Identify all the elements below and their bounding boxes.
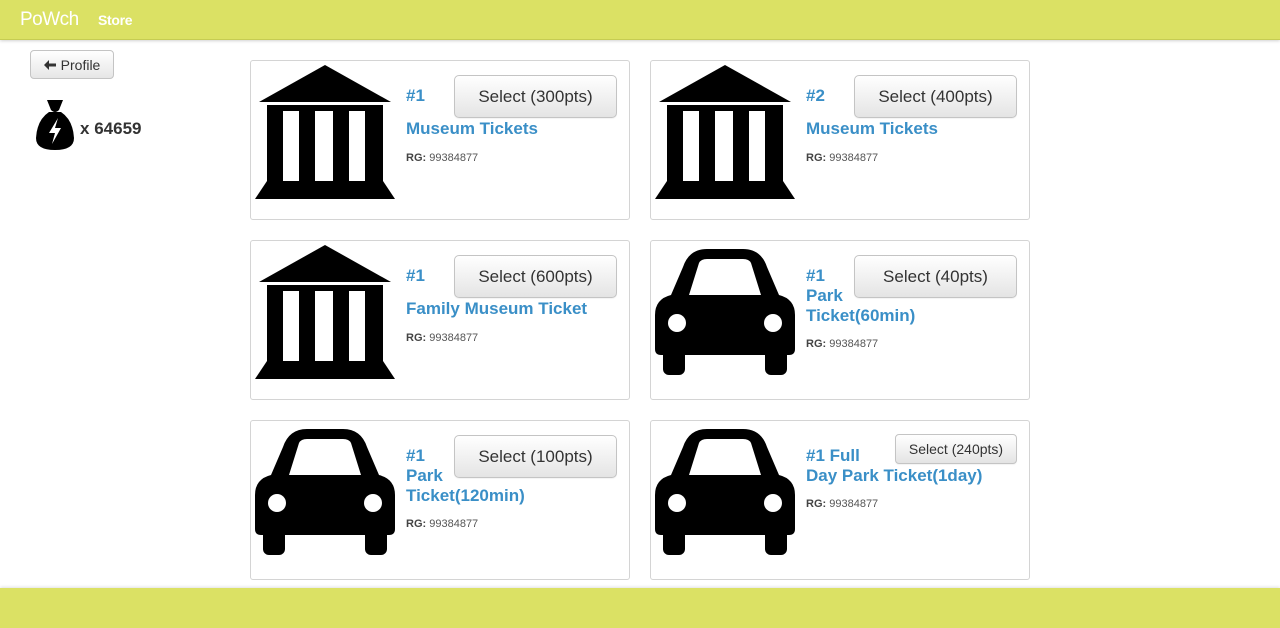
profile-button-label: Profile bbox=[60, 56, 101, 73]
rg-value: 99384877 bbox=[829, 498, 879, 510]
rg-label: RG: bbox=[806, 498, 827, 510]
card-rank: #1 Full bbox=[806, 446, 860, 465]
points-balance: x 64659 bbox=[35, 98, 141, 152]
brand-logo[interactable]: PoWch bbox=[20, 9, 79, 31]
select-button[interactable]: Select (100pts) bbox=[454, 435, 617, 478]
card-rank: #1 bbox=[806, 266, 825, 285]
rg-label: RG: bbox=[806, 152, 827, 164]
points-value: 64659 bbox=[94, 119, 142, 138]
select-button[interactable]: Select (300pts) bbox=[454, 75, 617, 118]
rg-value: 99384877 bbox=[429, 152, 479, 164]
museum-icon bbox=[655, 65, 795, 199]
rg-value: 99384877 bbox=[829, 152, 879, 164]
museum-icon bbox=[255, 245, 395, 379]
money-bag-icon bbox=[36, 100, 74, 150]
card-rank: #1 bbox=[406, 266, 425, 285]
select-button[interactable]: Select (400pts) bbox=[854, 75, 1017, 118]
rg-label: RG: bbox=[406, 332, 427, 344]
car-icon bbox=[655, 245, 795, 379]
reward-card: #1 Park Ticket(60min) RG: 99384877 Selec… bbox=[650, 240, 1030, 400]
reward-card: #1 Family Museum Ticket RG: 99384877 Sel… bbox=[250, 240, 630, 400]
reward-card: #1 Museum Tickets RG: 99384877 Select (3… bbox=[250, 60, 630, 220]
nav-store-link[interactable]: Store bbox=[98, 12, 133, 28]
card-rg: RG: 99384877 bbox=[806, 498, 878, 510]
museum-icon bbox=[255, 65, 395, 199]
rg-value: 99384877 bbox=[829, 338, 879, 350]
card-title-line2: Ticket(120min) bbox=[406, 486, 525, 505]
car-icon bbox=[255, 425, 395, 559]
card-title-link[interactable]: Day Park Ticket(1day) bbox=[806, 466, 982, 486]
card-title-link[interactable]: Museum Tickets bbox=[806, 119, 938, 139]
points-count: x 64659 bbox=[80, 119, 141, 139]
profile-button[interactable]: Profile bbox=[30, 50, 114, 79]
footer-bar bbox=[0, 588, 1280, 628]
card-rg: RG: 99384877 bbox=[406, 518, 478, 530]
arrow-left-icon bbox=[43, 59, 56, 70]
reward-card: #1 Park Ticket(120min) RG: 99384877 Sele… bbox=[250, 420, 630, 580]
card-rg: RG: 99384877 bbox=[406, 152, 478, 164]
reward-card: #2 Museum Tickets RG: 99384877 Select (4… bbox=[650, 60, 1030, 220]
card-title-line2: Ticket(60min) bbox=[806, 306, 916, 325]
car-icon bbox=[655, 425, 795, 559]
select-button[interactable]: Select (600pts) bbox=[454, 255, 617, 298]
card-rg: RG: 99384877 bbox=[806, 152, 878, 164]
rg-value: 99384877 bbox=[429, 332, 479, 344]
card-title-link[interactable]: Family Museum Ticket bbox=[406, 299, 587, 319]
points-prefix: x bbox=[80, 119, 90, 138]
select-button[interactable]: Select (240pts) bbox=[895, 434, 1017, 464]
card-rg: RG: 99384877 bbox=[806, 338, 878, 350]
card-rank: #1 bbox=[406, 446, 425, 465]
rg-label: RG: bbox=[806, 338, 827, 350]
card-rank: #1 bbox=[406, 86, 425, 105]
card-rank: #2 bbox=[806, 86, 825, 105]
select-button[interactable]: Select (40pts) bbox=[854, 255, 1017, 298]
rg-label: RG: bbox=[406, 518, 427, 530]
card-rg: RG: 99384877 bbox=[406, 332, 478, 344]
card-title-link[interactable]: Museum Tickets bbox=[406, 119, 538, 139]
rg-value: 99384877 bbox=[429, 518, 479, 530]
reward-card: #1 Full Day Park Ticket(1day) RG: 993848… bbox=[650, 420, 1030, 580]
rg-label: RG: bbox=[406, 152, 427, 164]
top-navbar: PoWch Store bbox=[0, 0, 1280, 40]
